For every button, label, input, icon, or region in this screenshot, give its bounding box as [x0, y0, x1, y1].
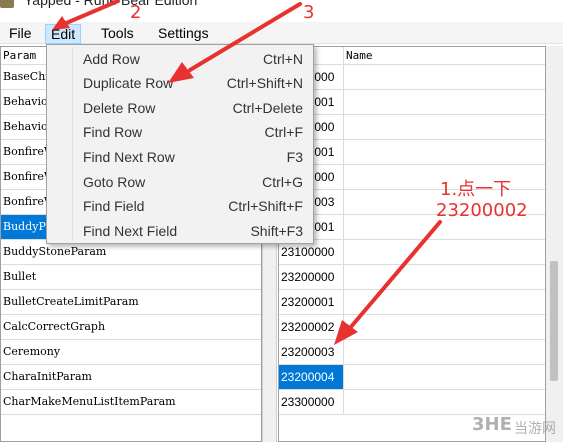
- table-row[interactable]: 23200000: [279, 115, 545, 140]
- rows-table-header: ID Name: [279, 47, 545, 65]
- annotation-step-1: 1.点一下: [440, 179, 512, 200]
- menu-item-label: Find Next Row: [83, 149, 175, 165]
- menu-item-find-field[interactable]: Find Field Ctrl+Shift+F: [49, 194, 311, 218]
- row-name: [344, 390, 545, 414]
- menu-item-shortcut: Shift+F3: [250, 223, 303, 239]
- menu-edit[interactable]: Edit: [45, 24, 82, 44]
- param-name: Ceremony: [1, 340, 261, 364]
- menu-item-find-next-field[interactable]: Find Next Field Shift+F3: [49, 219, 311, 243]
- table-row[interactable]: 23200000: [279, 65, 545, 90]
- table-row[interactable]: 23200001: [279, 90, 545, 115]
- row-name: [344, 240, 545, 264]
- menu-item-label: Duplicate Row: [83, 75, 174, 91]
- param-name: CharMakeMenuListItemParam: [1, 390, 261, 414]
- menu-item-label: Find Row: [83, 124, 143, 140]
- row-id: 23200001: [279, 290, 344, 314]
- title-bar: Yapped - Rune Bear Edition: [0, 0, 563, 22]
- menu-item-shortcut: Ctrl+Shift+N: [226, 75, 303, 91]
- param-name: CalcCorrectGraph: [1, 315, 261, 339]
- table-row[interactable]: Bullet: [1, 265, 261, 290]
- name-column-header[interactable]: Name: [344, 47, 545, 65]
- table-row[interactable]: CalcCorrectGraph: [1, 315, 261, 340]
- row-id: 23200000: [279, 265, 344, 289]
- app-icon: [0, 0, 14, 8]
- table-row[interactable]: 23200000: [279, 265, 545, 290]
- table-row[interactable]: BulletCreateLimitParam: [1, 290, 261, 315]
- param-name: CharaInitParam: [1, 365, 261, 389]
- menu-item-label: Find Field: [83, 198, 145, 214]
- edit-menu-dropdown: Add Row Ctrl+N Duplicate Row Ctrl+Shift+…: [46, 44, 314, 244]
- menu-item-shortcut: F3: [286, 149, 303, 165]
- menu-item-find-row[interactable]: Find Row Ctrl+F: [49, 120, 311, 144]
- menu-item-duplicate-row[interactable]: Duplicate Row Ctrl+Shift+N: [49, 71, 311, 95]
- rows-table: ID Name 23200000 23200001 23200000 23200…: [278, 46, 546, 442]
- menu-bar: File Edit Tools Settings: [0, 22, 563, 44]
- window-title: Yapped - Rune Bear Edition: [24, 0, 198, 8]
- menu-item-shortcut: Ctrl+F: [264, 124, 304, 140]
- menu-item-shortcut: Ctrl+Shift+F: [228, 198, 303, 214]
- table-row[interactable]: CharaInitParam: [1, 365, 261, 390]
- row-name: [344, 290, 545, 314]
- watermark-text: 当游网: [514, 420, 556, 436]
- row-name: [344, 65, 545, 89]
- row-name: [344, 90, 545, 114]
- menu-item-find-next-row[interactable]: Find Next Row F3: [49, 145, 311, 169]
- table-row[interactable]: 23100000: [279, 240, 545, 265]
- menu-file[interactable]: File: [4, 24, 37, 44]
- menu-tools[interactable]: Tools: [96, 24, 139, 44]
- row-name: [344, 340, 545, 364]
- row-name: [344, 315, 545, 339]
- menu-item-shortcut: Ctrl+G: [262, 174, 303, 190]
- menu-item-label: Find Next Field: [83, 223, 178, 239]
- annotation-step-2: 2: [130, 2, 142, 23]
- watermark: 3HE 当游网: [472, 412, 563, 442]
- row-name: [344, 115, 545, 139]
- table-row[interactable]: Ceremony: [1, 340, 261, 365]
- annotation-step-1-value: 23200002: [436, 200, 528, 221]
- row-name: [344, 265, 545, 289]
- menu-settings[interactable]: Settings: [153, 24, 214, 44]
- row-id: 23200003: [279, 340, 344, 364]
- watermark-logo: 3HE: [472, 414, 512, 435]
- menu-item-label: Delete Row: [83, 100, 156, 116]
- table-row[interactable]: 23200001: [279, 140, 545, 165]
- table-row[interactable]: 23200003: [279, 340, 545, 365]
- vertical-scrollbar[interactable]: [546, 46, 563, 442]
- table-row[interactable]: CharMakeMenuListItemParam: [1, 390, 261, 415]
- row-name: [344, 365, 545, 389]
- row-id: 23300000: [279, 390, 344, 414]
- menu-item-shortcut: Ctrl+N: [262, 51, 303, 67]
- table-row[interactable]: 23200002: [279, 315, 545, 340]
- row-id: 23200002: [279, 315, 344, 339]
- table-row[interactable]: 23200001: [279, 290, 545, 315]
- annotation-step-3: 3: [303, 2, 315, 23]
- menu-item-delete-row[interactable]: Delete Row Ctrl+Delete: [49, 96, 311, 120]
- param-name: Bullet: [1, 265, 261, 289]
- menu-item-add-row[interactable]: Add Row Ctrl+N: [49, 47, 311, 71]
- param-name: BulletCreateLimitParam: [1, 290, 261, 314]
- menu-item-goto-row[interactable]: Goto Row Ctrl+G: [49, 170, 311, 194]
- scrollbar-thumb[interactable]: [550, 261, 558, 381]
- menu-item-shortcut: Ctrl+Delete: [232, 100, 303, 116]
- row-name: [344, 140, 545, 164]
- menu-item-label: Add Row: [83, 51, 140, 67]
- row-id-selected: 23200004: [279, 365, 344, 389]
- menu-item-label: Goto Row: [83, 174, 146, 190]
- table-row[interactable]: 23200004: [279, 365, 545, 390]
